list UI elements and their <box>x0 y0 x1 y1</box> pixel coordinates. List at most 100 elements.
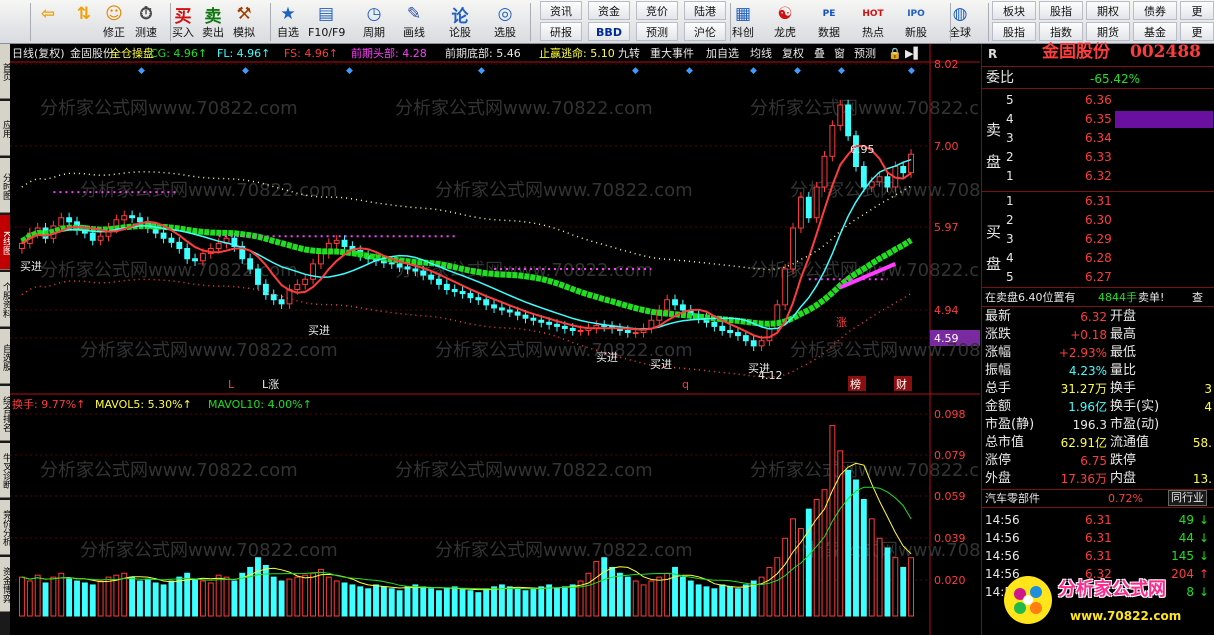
repair-toolbar-button[interactable]: ☺ 修正 <box>96 0 132 44</box>
candle-body <box>483 299 490 306</box>
toolbar-link-资金[interactable]: 资金 <box>588 1 630 20</box>
sell-price[interactable]: 6.34 <box>1085 131 1112 145</box>
sell-level-5: 5 <box>1006 93 1014 107</box>
toolbar-link-陆港[interactable]: 陆港 <box>684 1 726 20</box>
toolbar-link-竞价[interactable]: 竞价 <box>636 1 678 20</box>
sell-price[interactable]: 6.35 <box>1085 112 1112 126</box>
buy-price[interactable]: 6.29 <box>1085 232 1112 246</box>
toolbar-link-更[interactable]: 更 <box>1180 1 1214 20</box>
buy-price[interactable]: 6.30 <box>1085 213 1112 227</box>
sector-name[interactable]: 汽车零部件 <box>985 492 1040 506</box>
side-tab-0[interactable]: 首页 <box>0 44 10 99</box>
f10-toolbar-button[interactable]: ▤ F10/F9 <box>308 0 345 44</box>
chart-header-item: CG: 4.96↑ <box>150 47 207 60</box>
hot-toolbar-button[interactable]: HOT 热点 <box>855 0 891 44</box>
chart-header-button-均线[interactable]: 均线 <box>750 46 772 60</box>
buy-price[interactable]: 6.28 <box>1085 251 1112 265</box>
play-icon[interactable]: ▶▌ <box>905 46 922 60</box>
forum-toolbar-button[interactable]: 论论股 <box>442 0 478 44</box>
chart-header-button-叠[interactable]: 叠 <box>814 47 825 60</box>
toolbar-link-期货[interactable]: 期货 <box>1086 22 1130 41</box>
toolbar-link-指数[interactable]: 指数 <box>1039 22 1083 41</box>
toolbar-link-沪伦[interactable]: 沪伦 <box>684 22 726 41</box>
candle-body <box>719 325 726 331</box>
big-order-more-link[interactable]: 查 <box>1192 291 1203 305</box>
buy-price[interactable]: 6.27 <box>1085 270 1112 284</box>
candle-body <box>160 232 167 239</box>
quote-realtime-flag: R <box>988 47 998 61</box>
toolbar-link-期权[interactable]: 期权 <box>1086 1 1130 20</box>
kline-chart-panel[interactable]: 8.02 7.00 5.97 4.94 4.59 日线(复权) 金固股份 全仓操盘 CG: 4.… <box>10 44 980 635</box>
toolbar-link-股指[interactable]: 股指 <box>1039 1 1083 20</box>
chart-header-button-九转[interactable]: 九转 <box>618 46 640 60</box>
arrow-down-icon: ↓ <box>1198 549 1209 563</box>
candle-body <box>491 304 497 309</box>
toolbar-link-资讯[interactable]: 资讯 <box>540 1 582 20</box>
data-toolbar-button[interactable]: PE 数据 <box>811 0 847 44</box>
volume-tick-label: 0.079 <box>934 449 966 462</box>
newshare-toolbar-button[interactable]: IPO 新股 <box>898 0 934 44</box>
toolbar-link-股指[interactable]: 股指 <box>992 22 1036 41</box>
candle-body <box>436 278 442 285</box>
side-tab-5[interactable]: 自选股 <box>0 329 10 384</box>
toolbar-link-基金[interactable]: 基金 <box>1133 22 1177 41</box>
event-diamond-icon[interactable]: ◆ <box>908 66 915 76</box>
volume-bar <box>530 588 537 617</box>
back-icon: ⇦ <box>40 4 56 24</box>
same-industry-button[interactable]: 同行业 <box>1168 490 1207 506</box>
event-diamond-icon[interactable]: ◆ <box>632 66 639 76</box>
chart-header-button-窗[interactable]: 窗 <box>834 46 845 60</box>
sell-price[interactable]: 6.32 <box>1085 169 1112 183</box>
test-toolbar-button[interactable]: ⏱ 测速 <box>128 0 164 44</box>
side-tab-3[interactable]: K线图 <box>0 215 10 270</box>
watermark-text: 分析家公式网www.70822.com <box>435 180 693 201</box>
draw-toolbar-button[interactable]: ✎ 画线 <box>396 0 432 44</box>
side-tab-2[interactable]: 分时图 <box>0 158 10 213</box>
volume-bar <box>66 578 73 617</box>
longhu-toolbar-button[interactable]: ☯ 龙虎 <box>767 0 803 44</box>
toolbar-link-更[interactable]: 更 <box>1180 22 1214 41</box>
event-diamond-icon[interactable]: ◆ <box>686 66 693 76</box>
chart-header-button-复权[interactable]: 复权 <box>782 46 804 60</box>
volume-bar <box>152 582 159 617</box>
back-toolbar-button[interactable]: ⇦ <box>30 0 66 44</box>
toolbar-link-预测[interactable]: 预测 <box>636 22 678 41</box>
volume-bar <box>317 568 324 617</box>
sell-price[interactable]: 6.33 <box>1085 150 1112 164</box>
candle-body <box>514 311 521 316</box>
simulate-toolbar-button[interactable]: ⚒ 模拟 <box>226 0 262 44</box>
kline-chart-svg[interactable]: 8.027.005.974.944.59日线(复权) 金固股份全仓操盘CG: 4.… <box>10 44 980 635</box>
side-tab-1[interactable]: 应用 <box>0 101 10 156</box>
event-diamond-icon[interactable]: ◆ <box>838 66 845 76</box>
chart-header-button-加自选[interactable]: 加自选 <box>706 47 739 60</box>
toolbar-link-研报[interactable]: 研报 <box>540 22 582 41</box>
toolbar-link-板块[interactable]: 板块 <box>992 1 1036 20</box>
buy-price[interactable]: 6.31 <box>1085 194 1112 208</box>
event-diamond-icon[interactable]: ◆ <box>478 66 485 76</box>
volume-bar <box>81 582 88 617</box>
toolbar-link-债券[interactable]: 债券 <box>1133 1 1177 20</box>
chart-header-button-预测[interactable]: 预测 <box>854 47 876 60</box>
sell-price[interactable]: 6.36 <box>1085 93 1112 107</box>
period-toolbar-button[interactable]: ◷ 周期 <box>356 0 392 44</box>
global-toolbar-button[interactable]: ◍ 全球 <box>942 0 978 44</box>
event-diamond-icon[interactable]: ◆ <box>138 66 145 76</box>
arrow-down-icon: ↓ <box>1198 531 1209 545</box>
event-diamond-icon[interactable]: ◆ <box>242 66 249 76</box>
candle-body <box>467 293 474 299</box>
event-diamond-icon[interactable]: ◆ <box>750 66 757 76</box>
favorites-toolbar-button[interactable]: ★ 自选 <box>270 0 306 44</box>
toolbar-link-BBD[interactable]: BBD <box>588 22 630 41</box>
side-tab-9[interactable]: 资金博弈 <box>0 557 10 612</box>
side-tab-8[interactable]: 竞价分析 <box>0 500 10 555</box>
chart-header-button-重大事件[interactable]: 重大事件 <box>650 46 694 60</box>
event-diamond-icon[interactable]: ◆ <box>794 66 801 76</box>
lock-icon[interactable]: 🔒 <box>888 47 902 60</box>
side-tab-6[interactable]: 综合排名 <box>0 386 10 441</box>
side-tab-7[interactable]: 牛叉诊断 <box>0 443 10 498</box>
test-label: 测速 <box>135 26 157 39</box>
pick-toolbar-button[interactable]: ◎ 选股 <box>487 0 523 44</box>
event-marker-zhang-right: 涨 <box>836 316 847 329</box>
side-tab-4[interactable]: 个股资料 <box>0 272 10 327</box>
event-diamond-icon[interactable]: ◆ <box>346 66 353 76</box>
